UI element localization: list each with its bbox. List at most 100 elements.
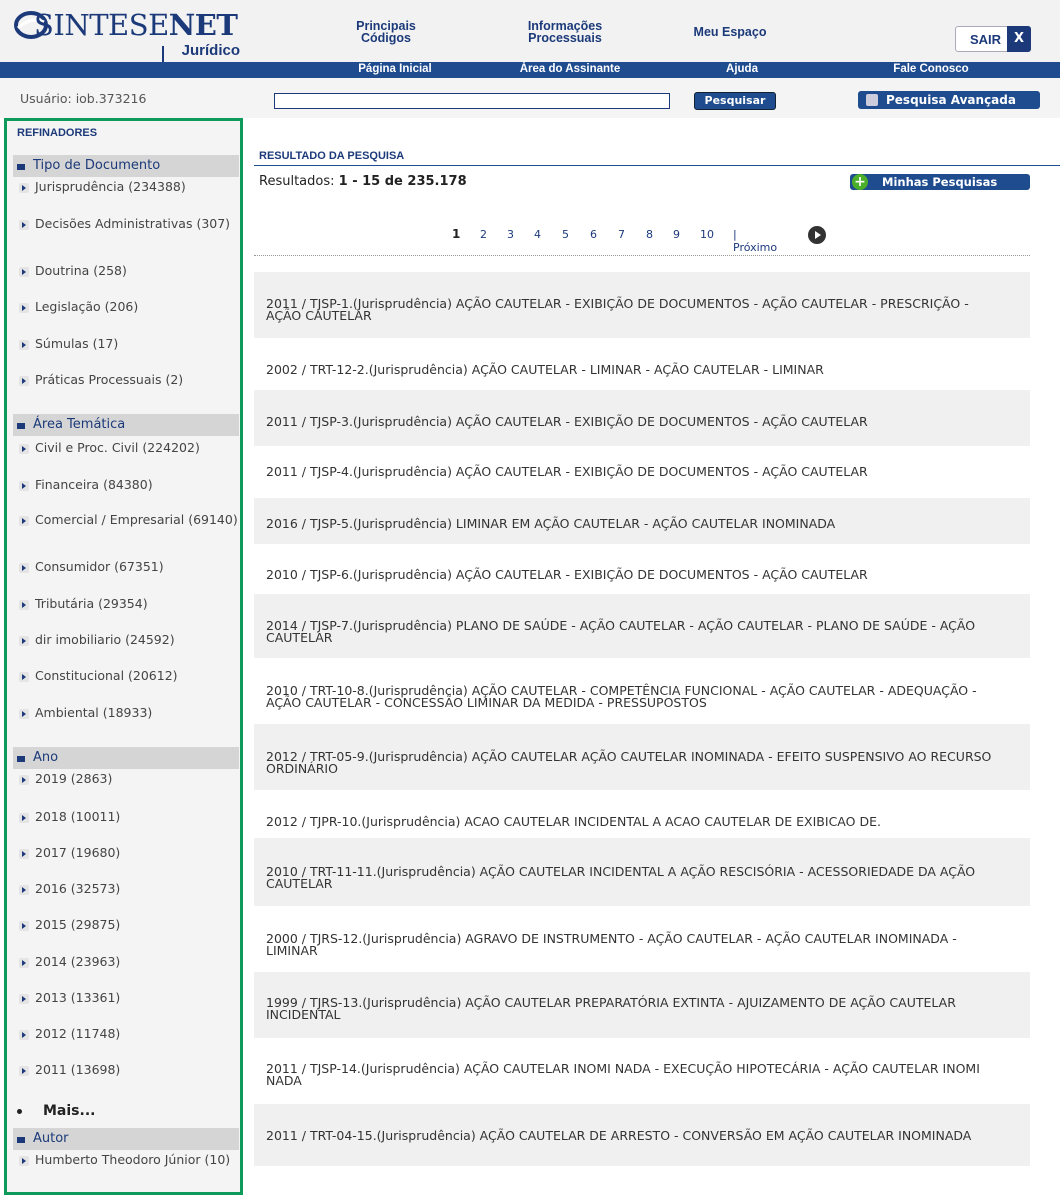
refiner-label: Consumidor (67351) <box>35 559 164 574</box>
result-link[interactable]: 2012 / TJPR-10.(Jurisprudência) ACAO CAU… <box>266 815 1006 828</box>
result-row[interactable]: 2012 / TRT-05-9.(Jurisprudência) AÇÃO CA… <box>254 724 1030 790</box>
nav-principais-codigos[interactable]: Principais Códigos <box>336 20 436 45</box>
square-bullet-icon <box>17 1137 25 1143</box>
result-row[interactable]: 2012 / TJPR-10.(Jurisprudência) ACAO CAU… <box>254 790 1030 838</box>
arrow-bullet-icon <box>19 563 30 573</box>
result-row[interactable]: 2002 / TRT-12-2.(Jurisprudência) AÇÃO CA… <box>254 338 1030 390</box>
refiner-label: 2017 (19680) <box>35 845 121 860</box>
magnifier-icon <box>866 94 878 106</box>
logout-label: SAIR <box>970 32 1002 47</box>
result-row[interactable]: 2011 / TJSP-1.(Jurisprudência) AÇÃO CAUT… <box>254 272 1030 338</box>
sintesenet-logo[interactable]: SINTESENET Jurídico <box>14 6 246 62</box>
result-link[interactable]: 2012 / TRT-05-9.(Jurisprudência) AÇÃO CA… <box>266 750 1006 775</box>
page-link[interactable]: 10 <box>700 228 714 241</box>
result-link[interactable]: 2002 / TRT-12-2.(Jurisprudência) AÇÃO CA… <box>266 363 1006 376</box>
result-link[interactable]: 2010 / TRT-10-8.(Jurisprudência) AÇÃO CA… <box>266 684 1006 709</box>
result-row[interactable]: 2016 / TJSP-5.(Jurisprudência) LIMINAR E… <box>254 498 1030 544</box>
arrow-bullet-icon <box>19 267 30 277</box>
subnav-pagina-inicial[interactable]: Página Inicial <box>340 63 450 75</box>
result-link[interactable]: 2011 / TJSP-3.(Jurisprudência) AÇÃO CAUT… <box>266 415 1006 428</box>
refiner-label: Humberto Theodoro Júnior (10) <box>35 1152 231 1167</box>
refiner-label: Doutrina (258) <box>35 263 127 278</box>
refiner-label: Práticas Processuais (2) <box>35 372 184 387</box>
page-link[interactable]: 8 <box>646 228 653 241</box>
arrow-bullet-icon <box>19 376 30 386</box>
result-row[interactable]: 2010 / TJSP-6.(Jurisprudência) AÇÃO CAUT… <box>254 544 1030 594</box>
refiner-label: 2019 (2863) <box>35 771 113 786</box>
user-bar: Usuário: iob.373216 Pesquisar Pesquisa A… <box>0 78 1060 118</box>
next-page-link[interactable]: | Próximo <box>733 228 777 254</box>
square-bullet-icon <box>17 423 25 429</box>
result-row[interactable]: 2000 / TJRS-12.(Jurisprudência) AGRAVO D… <box>254 906 1030 972</box>
arrow-bullet-icon <box>19 481 30 491</box>
result-row[interactable]: 2011 / TJSP-4.(Jurisprudência) AÇÃO CAUT… <box>254 446 1030 498</box>
refiner-label: Ambiental (18933) <box>35 705 153 720</box>
result-row[interactable]: 2014 / TJSP-7.(Jurisprudência) PLANO DE … <box>254 594 1030 658</box>
refiner-label: Decisões Administrativas (307) <box>35 216 231 231</box>
result-link[interactable]: 2000 / TJRS-12.(Jurisprudência) AGRAVO D… <box>266 932 1006 957</box>
arrow-bullet-icon <box>19 709 30 719</box>
subnav-area-assinante[interactable]: Área do Assinante <box>500 63 640 75</box>
result-row[interactable]: 2011 / TJSP-3.(Jurisprudência) AÇÃO CAUT… <box>254 390 1030 446</box>
results-count: Resultados: 1 - 15 de 235.178 <box>259 174 467 189</box>
refiners-title: REFINADORES <box>17 127 98 139</box>
arrow-bullet-icon <box>19 220 30 230</box>
arrow-bullet-icon <box>19 1156 30 1166</box>
refiner-label: dir imobiliario (24592) <box>35 632 175 647</box>
advanced-search-button[interactable]: Pesquisa Avançada <box>858 91 1040 109</box>
more-label: Mais... <box>43 1103 96 1119</box>
page-link[interactable]: 7 <box>618 228 625 241</box>
refiner-label: Comercial / Empresarial (69140) <box>35 512 238 527</box>
page-link[interactable]: 2 <box>480 228 487 241</box>
section-tipo-documento[interactable]: Tipo de Documento <box>13 155 239 177</box>
refiner-label: Súmulas (17) <box>35 336 119 351</box>
section-autor[interactable]: Autor <box>13 1128 239 1150</box>
my-searches-button[interactable]: + Minhas Pesquisas <box>850 174 1030 190</box>
section-title: Autor <box>33 1131 69 1146</box>
refiner-label: 2011 (13698) <box>35 1062 121 1077</box>
result-row[interactable]: 2011 / TJSP-14.(Jurisprudência) AÇÃO CAU… <box>254 1038 1030 1104</box>
plus-icon: + <box>852 174 868 190</box>
refiner-label: 2015 (29875) <box>35 917 121 932</box>
section-title: Área Temática <box>33 417 126 432</box>
result-link[interactable]: 2011 / TJSP-14.(Jurisprudência) AÇÃO CAU… <box>266 1062 1006 1087</box>
page-link[interactable]: 4 <box>534 228 541 241</box>
result-link[interactable]: 2016 / TJSP-5.(Jurisprudência) LIMINAR E… <box>266 517 1006 530</box>
result-row[interactable]: 2010 / TRT-11-11.(Jurisprudência) AÇÃO C… <box>254 838 1030 906</box>
result-link[interactable]: 2010 / TRT-11-11.(Jurisprudência) AÇÃO C… <box>266 865 1006 890</box>
result-row[interactable]: 2010 / TRT-10-8.(Jurisprudência) AÇÃO CA… <box>254 658 1030 724</box>
user-label: Usuário: iob.373216 <box>20 91 147 106</box>
result-link[interactable]: 2010 / TJSP-6.(Jurisprudência) AÇÃO CAUT… <box>266 568 1006 581</box>
next-arrow-icon[interactable] <box>808 226 826 244</box>
logout-button[interactable]: SAIR X <box>955 26 1031 52</box>
my-searches-label: Minhas Pesquisas <box>882 175 998 189</box>
page-link[interactable]: 6 <box>590 228 597 241</box>
page-link[interactable]: 5 <box>562 228 569 241</box>
section-area-tematica[interactable]: Área Temática <box>13 414 239 436</box>
section-ano[interactable]: Ano <box>13 747 239 769</box>
result-link[interactable]: 2011 / TJSP-1.(Jurisprudência) AÇÃO CAUT… <box>266 297 1006 322</box>
results-title: RESULTADO DA PESQUISA <box>259 150 405 162</box>
result-link[interactable]: 2014 / TJSP-7.(Jurisprudência) PLANO DE … <box>266 619 1006 644</box>
close-icon: X <box>1007 26 1031 52</box>
subnav-ajuda[interactable]: Ajuda <box>712 63 772 75</box>
arrow-bullet-icon <box>19 636 30 646</box>
search-input[interactable] <box>274 93 670 109</box>
result-link[interactable]: 2011 / TRT-04-15.(Jurisprudência) AÇÃO C… <box>266 1129 1006 1142</box>
search-button[interactable]: Pesquisar <box>694 92 776 110</box>
result-link[interactable]: 1999 / TJRS-13.(Jurisprudência) AÇÃO CAU… <box>266 996 1006 1021</box>
nav-meu-espaco[interactable]: Meu Espaço <box>680 26 780 39</box>
arrow-bullet-icon <box>19 183 30 193</box>
nav-informacoes-processuais[interactable]: Informações Processuais <box>510 20 620 45</box>
result-row[interactable]: 1999 / TJRS-13.(Jurisprudência) AÇÃO CAU… <box>254 972 1030 1038</box>
arrow-bullet-icon <box>19 340 30 350</box>
page-link[interactable]: 9 <box>673 228 680 241</box>
arrow-bullet-icon <box>19 921 30 931</box>
subnav-fale-conosco[interactable]: Fale Conosco <box>876 63 986 75</box>
result-row[interactable]: 2011 / TRT-04-15.(Jurisprudência) AÇÃO C… <box>254 1104 1030 1166</box>
page-link[interactable]: 3 <box>507 228 514 241</box>
dotted-divider <box>254 255 1030 256</box>
result-link[interactable]: 2011 / TJSP-4.(Jurisprudência) AÇÃO CAUT… <box>266 465 1006 478</box>
page-link-current[interactable]: 1 <box>452 227 460 241</box>
logo-divider <box>162 46 164 62</box>
